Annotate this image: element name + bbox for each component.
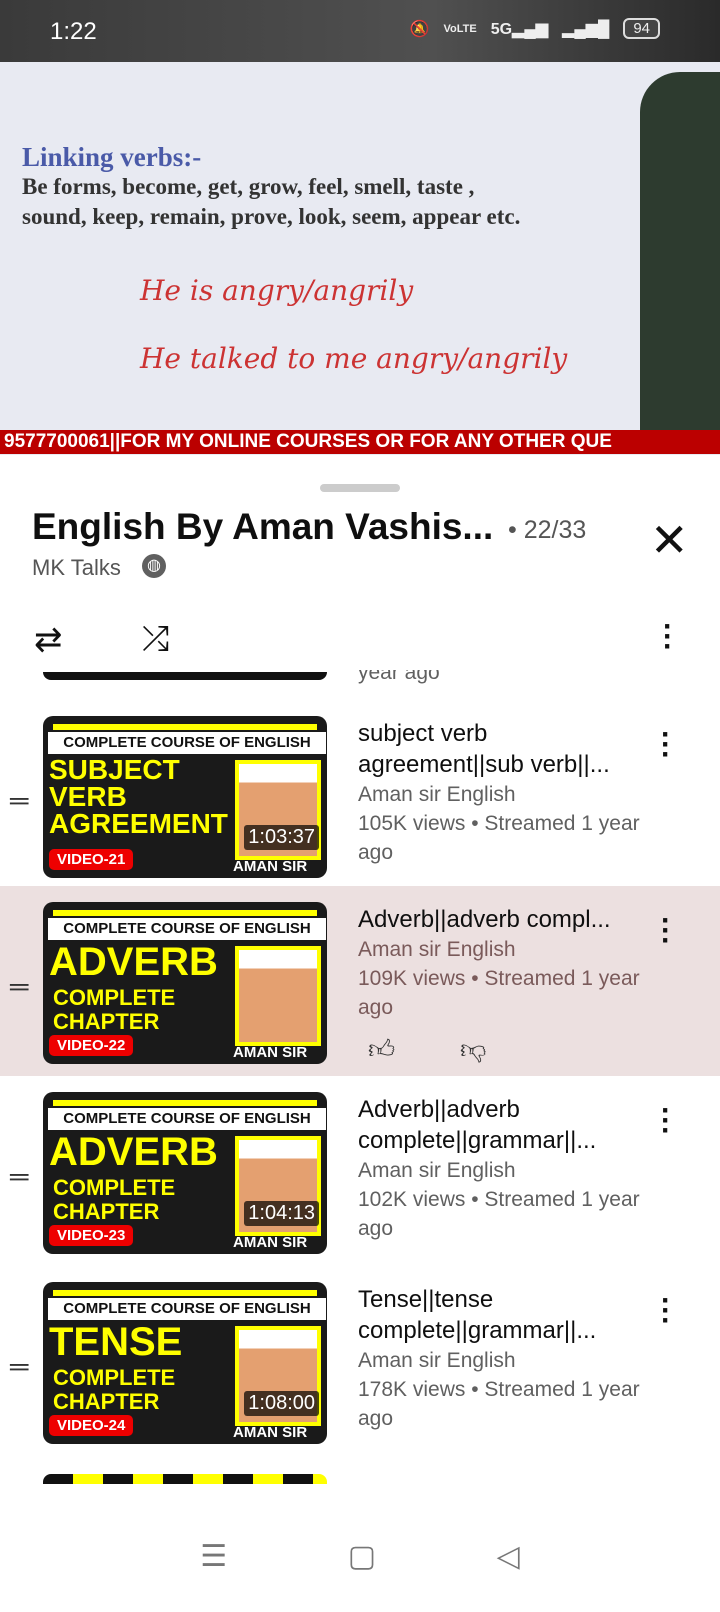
battery-icon: 94 [623,18,660,39]
thumbnail-author: AMAN SIR [233,1044,308,1061]
thumbnail-author: AMAN SIR [233,858,308,875]
signal-icon: ▂▄▆█ [562,20,610,38]
video-meta: 178K views • Streamed 1 year ago [358,1378,640,1430]
thumbnail-caption: COMPLETE COURSE OF ENGLISH [48,1108,326,1130]
like-icon[interactable]: 👍︎ [368,1034,395,1065]
drag-handle-icon[interactable]: ═ [10,971,28,1002]
video-meta: 102K views • Streamed 1 year ago [358,1188,640,1240]
video-number-badge: VIDEO-24 [49,1415,134,1436]
ticker-banner: 9577700061||FOR MY ONLINE COURSES OR FOR… [0,430,720,454]
menu-icon[interactable]: ☰ [200,1539,227,1574]
drag-handle-icon[interactable]: ═ [10,1161,28,1192]
thumbnail-caption: COMPLETE COURSE OF ENGLISH [48,918,326,940]
item-more-icon[interactable]: · · · [656,1096,676,1146]
presenter-photo [235,946,321,1046]
channel-name: Aman sir English [358,1349,516,1372]
thumbnail-subtitle: COMPLETE CHAPTER [53,985,176,1034]
back-icon[interactable]: ◁ [497,1539,520,1574]
dislike-icon[interactable]: 👎︎ [460,1034,486,1065]
more-options-icon[interactable]: · · · [658,612,678,662]
thumbnail-subtitle: COMPLETE CHAPTER [53,1175,176,1224]
shuffle-icon[interactable]: ⤮ [142,620,169,659]
item-more-icon[interactable]: · · · [656,720,676,770]
drag-handle-icon[interactable]: ═ [10,785,28,816]
previous-item-meta: year ago [358,670,440,684]
video-title[interactable]: Tense||tense complete||grammar||... [358,1284,648,1346]
slide-line: sound, keep, remain, prove, look, seem, … [22,204,521,229]
thumbnail-title: ADVERB [49,940,218,984]
video-meta: 109K views • Streamed 1 year ago [358,967,640,1019]
5g-signal-icon: 5G▂▄▆ [490,20,549,38]
system-nav-bar: ☰ ▢ ◁ [0,1500,720,1612]
channel-name: Aman sir English [358,938,516,961]
playlist-item[interactable]: ═ COMPLETE COURSE OF ENGLISH TENSE COMPL… [0,1266,720,1456]
channel-name: Aman sir English [358,1159,516,1182]
close-icon[interactable]: ✕ [650,517,689,563]
video-player[interactable]: Linking verbs:- Be forms, become, get, g… [0,62,720,455]
home-icon[interactable]: ▢ [348,1539,376,1574]
playlist-count: • 22/33 [508,516,587,544]
channel-name: Aman sir English [358,783,516,806]
video-thumbnail[interactable]: COMPLETE COURSE OF ENGLISH ADVERB COMPLE… [43,902,327,1064]
video-title[interactable]: subject verb agreement||sub verb||... [358,718,648,780]
item-more-icon[interactable]: · · · [656,1286,676,1336]
thumbnail-caption: COMPLETE COURSE OF ENGLISH [48,732,326,754]
thumbnail-title: ADVERB [49,1130,218,1174]
thumbnail-subtitle: COMPLETE CHAPTER [53,1365,176,1414]
thumbnail-caption: COMPLETE COURSE OF ENGLISH [48,1298,326,1320]
slide-line: Be forms, become, get, grow, feel, smell… [22,174,475,199]
drag-handle-icon[interactable]: ═ [10,1351,28,1382]
playlist-item[interactable]: ═ COMPLETE COURSE OF ENGLISH SUBJECT VER… [0,700,720,890]
thumbnail-title: TENSE [49,1320,183,1364]
status-bar: 1:22 🔕 VoLTE 5G▂▄▆ ▂▄▆█ 94 [0,0,720,62]
video-title[interactable]: Adverb||adverb complete||grammar||... [358,1094,648,1156]
presenter [640,72,720,432]
drag-handle[interactable] [320,484,400,492]
playlist-title: English By Aman Vashis... [32,506,494,547]
video-thumbnail[interactable]: COMPLETE COURSE OF ENGLISH ADVERB COMPLE… [43,1092,327,1254]
globe-icon: ◍ [142,554,166,578]
handwriting: He is angry/angrily [140,274,414,307]
playlist-channel[interactable]: MK Talks [32,555,121,581]
thumbnail-author: AMAN SIR [233,1234,308,1251]
mute-icon: 🔕 [409,20,430,38]
network-label: 5G [490,20,513,38]
video-thumbnail[interactable]: COMPLETE COURSE OF ENGLISH TENSE COMPLET… [43,1282,327,1444]
item-more-icon[interactable]: · · · [656,906,676,956]
thumbnail-author: AMAN SIR [233,1424,308,1441]
next-thumbnail[interactable] [43,1474,327,1484]
video-thumbnail[interactable]: COMPLETE COURSE OF ENGLISH SUBJECT VERB … [43,716,327,878]
slide-heading: Linking verbs:- [22,142,202,172]
clock: 1:22 [50,18,97,45]
previous-thumbnail[interactable] [43,672,327,680]
video-number-badge: VIDEO-22 [49,1035,134,1056]
duration-badge: 1:08:00 [244,1391,319,1416]
video-title[interactable]: Adverb||adverb compl... [358,904,648,935]
duration-badge: 1:04:13 [244,1201,319,1226]
duration-badge: 1:03:37 [244,825,319,850]
thumbnail-title: SUBJECT VERB AGREEMENT [49,754,228,839]
volte-icon: VoLTE [443,22,477,35]
video-number-badge: VIDEO-23 [49,1225,134,1246]
playlist-item[interactable]: ═ COMPLETE COURSE OF ENGLISH ADVERB COMP… [0,886,720,1076]
video-number-badge: VIDEO-21 [49,849,134,870]
video-meta: 105K views • Streamed 1 year ago [358,812,640,864]
handwriting: He talked to me angry/angrily [140,342,568,375]
playlist-item[interactable]: ═ COMPLETE COURSE OF ENGLISH ADVERB COMP… [0,1076,720,1266]
loop-icon[interactable]: ⇄ [34,620,63,660]
